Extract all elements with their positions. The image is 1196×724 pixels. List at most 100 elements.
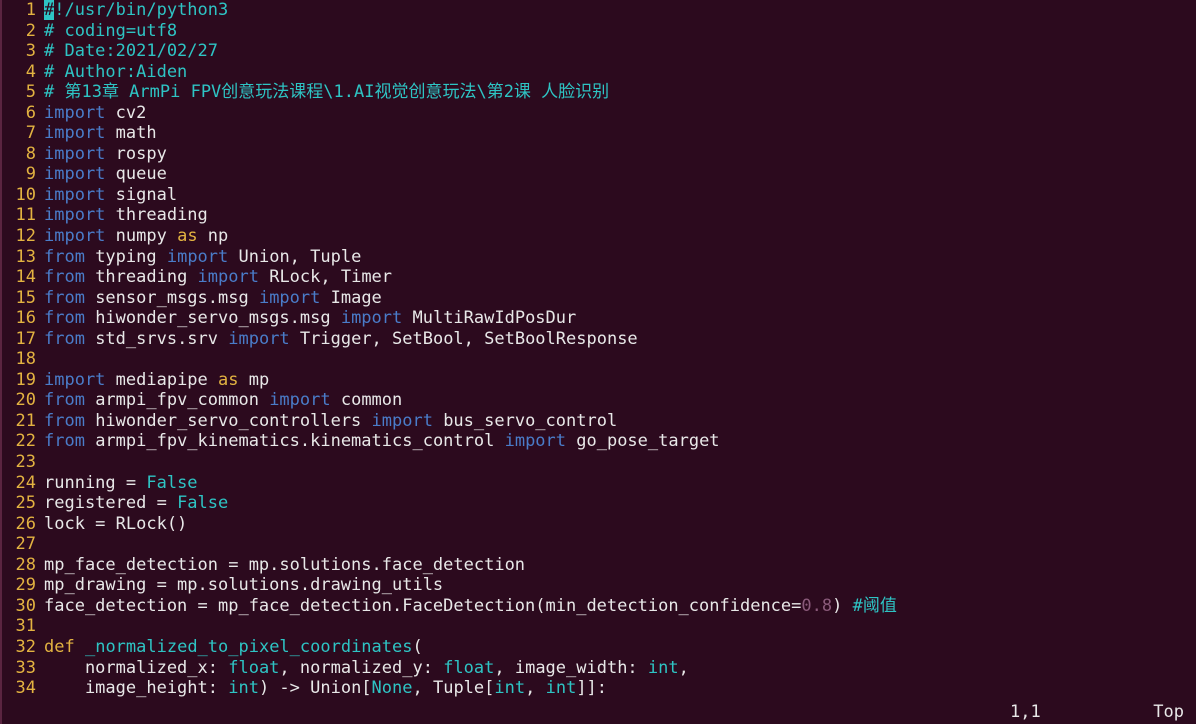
- code-line[interactable]: 20 from armpi_fpv_common import common: [2, 390, 1196, 411]
- code-token: !/usr/bin/python3: [54, 0, 229, 20]
- code-token: registered =: [44, 493, 178, 514]
- code-token: import: [44, 102, 106, 123]
- code-token: math: [105, 123, 157, 144]
- code-token: False: [177, 493, 229, 514]
- line-number: 29: [15, 575, 36, 596]
- code-line[interactable]: 12 import numpy as np: [2, 226, 1196, 247]
- code-line[interactable]: 3 # Date:2021/02/27: [2, 41, 1196, 62]
- code-line[interactable]: 6 import cv2: [2, 103, 1196, 124]
- code-line[interactable]: 32 def _normalized_to_pixel_coordinates(: [2, 637, 1196, 658]
- code-token: sensor_msgs.msg: [84, 287, 259, 308]
- code-line[interactable]: 11 import threading: [2, 205, 1196, 226]
- line-number: 27: [15, 534, 36, 555]
- line-number: 5: [25, 82, 36, 103]
- line-number: 16: [15, 308, 36, 329]
- code-token: import: [44, 369, 106, 390]
- code-line[interactable]: 1 #!/usr/bin/python3: [2, 0, 1196, 21]
- line-number: 4: [25, 61, 36, 82]
- code-token: import: [371, 410, 433, 431]
- code-token: float: [228, 657, 280, 678]
- code-line[interactable]: 25 registered = False: [2, 493, 1196, 514]
- code-token: common: [330, 390, 403, 411]
- code-text: image_height: int) -> Union[None, Tuple[…: [44, 678, 607, 699]
- code-line[interactable]: 29 mp_drawing = mp.solutions.drawing_util…: [2, 575, 1196, 596]
- code-line[interactable]: 33 normalized_x: float, normalized_y: fl…: [2, 658, 1196, 679]
- code-text: import signal: [44, 185, 177, 206]
- code-line[interactable]: 2 # coding=utf8: [2, 21, 1196, 42]
- code-token: _normalized_to_pixel_coordinates: [84, 636, 413, 657]
- code-token: (: [412, 636, 423, 657]
- line-number: 6: [25, 102, 36, 123]
- code-text: from typing import Union, Tuple: [44, 247, 361, 268]
- code-token: import: [44, 226, 106, 247]
- code-text: # 第13章 ArmPi FPV创意玩法课程\1.AI视觉创意玩法\第2课 人脸…: [44, 82, 609, 103]
- code-line[interactable]: 22 from armpi_fpv_kinematics.kinematics_c…: [2, 431, 1196, 452]
- code-token: from: [44, 390, 85, 411]
- code-text: from threading import RLock, Timer: [44, 267, 392, 288]
- code-text: from armpi_fpv_common import common: [44, 390, 402, 411]
- code-token: as: [177, 226, 198, 247]
- cursor-position: 1,1: [1010, 702, 1041, 722]
- line-number: 24: [15, 472, 36, 493]
- line-number: 22: [15, 431, 36, 452]
- code-line[interactable]: 10 import signal: [2, 185, 1196, 206]
- code-line[interactable]: 27: [2, 534, 1196, 555]
- code-line[interactable]: 28 mp_face_detection = mp.solutions.face_…: [2, 555, 1196, 576]
- code-line[interactable]: 30 face_detection = mp_face_detection.Fac…: [2, 596, 1196, 617]
- code-line[interactable]: 19 import mediapipe as mp: [2, 370, 1196, 391]
- code-line[interactable]: 5 # 第13章 ArmPi FPV创意玩法课程\1.AI视觉创意玩法\第2课 人…: [2, 82, 1196, 103]
- line-number: 23: [15, 452, 36, 473]
- code-line[interactable]: 16 from hiwonder_servo_msgs.msg import Mu…: [2, 308, 1196, 329]
- code-token: # coding=utf8: [44, 20, 178, 41]
- code-line[interactable]: 7 import math: [2, 123, 1196, 144]
- code-line[interactable]: 14 from threading import RLock, Timer: [2, 267, 1196, 288]
- code-line[interactable]: 17 from std_srvs.srv import Trigger, SetB…: [2, 329, 1196, 350]
- code-line[interactable]: 15 from sensor_msgs.msg import Image: [2, 288, 1196, 309]
- code-token: typing: [84, 246, 167, 267]
- line-number: 11: [15, 205, 36, 226]
- code-text: import numpy as np: [44, 226, 228, 247]
- code-token: threading: [84, 267, 198, 288]
- line-number: 31: [15, 616, 36, 637]
- line-number: 18: [15, 349, 36, 370]
- code-token: hiwonder_servo_controllers: [84, 410, 372, 431]
- code-editor[interactable]: 1 #!/usr/bin/python3 2 # coding=utf8 3 # Date…: [2, 0, 1196, 699]
- code-token: int: [647, 657, 679, 678]
- code-line[interactable]: 8 import rospy: [2, 144, 1196, 165]
- line-number: 25: [15, 493, 36, 514]
- code-line[interactable]: 18: [2, 349, 1196, 370]
- code-token: float: [443, 657, 495, 678]
- code-line[interactable]: 9 import queue: [2, 164, 1196, 185]
- code-line[interactable]: 23: [2, 452, 1196, 473]
- code-token: ,: [525, 678, 546, 699]
- code-line[interactable]: 31: [2, 616, 1196, 637]
- code-text: # Date:2021/02/27: [44, 41, 218, 62]
- terminal-window[interactable]: 1 #!/usr/bin/python3 2 # coding=utf8 3 # Date…: [0, 0, 1196, 724]
- code-token: cv2: [105, 102, 147, 123]
- code-token: import: [44, 164, 106, 185]
- line-number: 33: [15, 657, 36, 678]
- code-token: MultiRawIdPosDur: [402, 308, 577, 329]
- code-line[interactable]: 26 lock = RLock(): [2, 514, 1196, 535]
- code-text: def _normalized_to_pixel_coordinates(: [44, 637, 423, 658]
- line-number: 15: [15, 287, 36, 308]
- code-line[interactable]: 24 running = False: [2, 473, 1196, 494]
- line-number: 12: [15, 226, 36, 247]
- code-line[interactable]: 34 image_height: int) -> Union[None, Tup…: [2, 678, 1196, 699]
- code-token: from: [44, 410, 85, 431]
- code-line[interactable]: 13 from typing import Union, Tuple: [2, 247, 1196, 268]
- code-text: import queue: [44, 164, 167, 185]
- code-text: from hiwonder_servo_controllers import b…: [44, 411, 617, 432]
- code-token: ]]:: [576, 678, 608, 699]
- code-token: numpy: [105, 226, 178, 247]
- code-text: running = False: [44, 473, 198, 494]
- code-token: running =: [44, 472, 147, 493]
- code-token: mediapipe: [105, 369, 219, 390]
- code-token: import: [258, 287, 321, 308]
- line-number: 7: [25, 123, 36, 144]
- code-line[interactable]: 4 # Author:Aiden: [2, 62, 1196, 83]
- code-line[interactable]: 21 from hiwonder_servo_controllers import…: [2, 411, 1196, 432]
- code-text: import math: [44, 123, 157, 144]
- code-token: import: [44, 205, 106, 226]
